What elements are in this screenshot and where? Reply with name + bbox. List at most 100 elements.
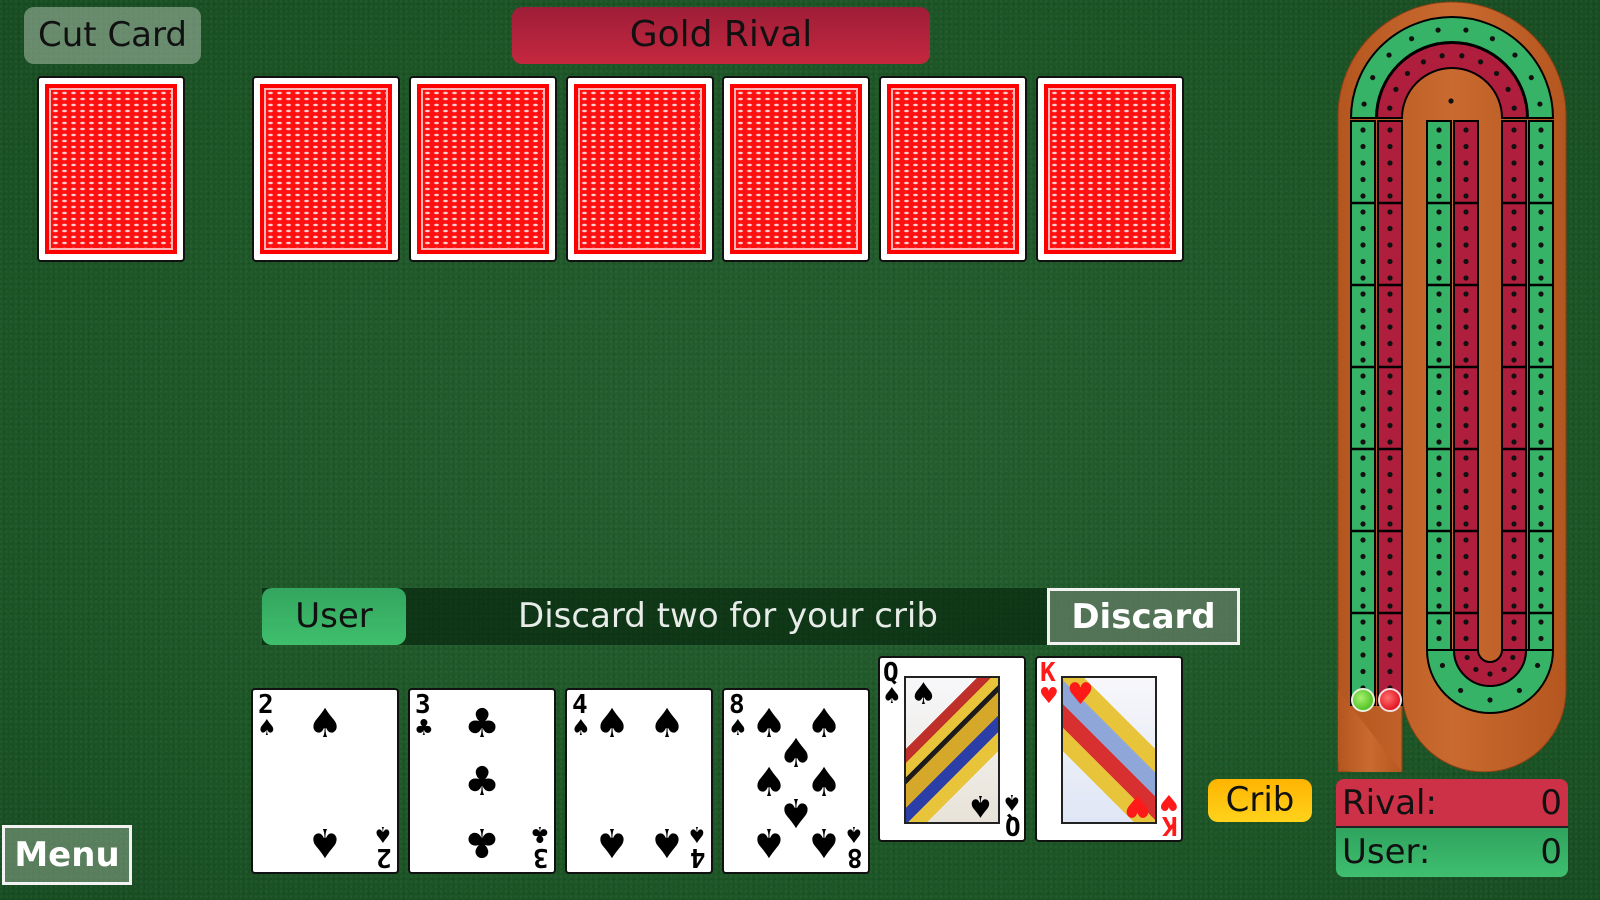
spade-icon: ♠: [751, 819, 787, 865]
peg-hole: [1360, 570, 1366, 576]
peg-hole: [1511, 406, 1517, 412]
peg-hole: [1436, 422, 1442, 429]
peg-hole: [1538, 439, 1544, 445]
peg-hole: [1463, 488, 1469, 494]
spade-icon: ♠: [373, 821, 393, 846]
peg-hole: [1360, 307, 1366, 314]
crib-indicator: Crib: [1208, 779, 1312, 822]
peg-hole: [1436, 324, 1442, 330]
peg-hole: [1538, 127, 1544, 133]
peg-hole: [1538, 603, 1544, 609]
peg-hole: [1436, 521, 1442, 527]
peg-hole: [1511, 291, 1517, 297]
peg-hole: [1387, 635, 1393, 642]
king-portrait-icon: ♥ ♥: [1061, 676, 1157, 824]
peg-hole: [1360, 406, 1366, 412]
peg-hole: [1360, 455, 1366, 461]
peg-hole: [1538, 389, 1544, 396]
peg-hole: [1360, 340, 1366, 347]
peg-hole: [1538, 373, 1544, 379]
peg-hole: [1360, 357, 1366, 363]
peg-hole: [1420, 59, 1426, 65]
peg-hole: [1387, 160, 1393, 166]
peg-hole: [1538, 553, 1544, 560]
peg-hole: [1360, 488, 1366, 494]
peg-hole: [1487, 697, 1493, 703]
peg-hole: [1511, 553, 1517, 560]
peg-hole: [1436, 258, 1442, 265]
peg-hole: [1387, 127, 1393, 133]
peg-hole: [1463, 160, 1469, 166]
peg-hole: [1387, 422, 1393, 429]
peg-hole: [1360, 176, 1366, 183]
peg-hole: [1360, 586, 1366, 593]
peg-hole: [1512, 52, 1518, 58]
peg-hole: [1436, 406, 1442, 412]
club-icon: ♣: [414, 716, 434, 741]
peg-hole: [1439, 53, 1445, 59]
opponent-name-banner: Gold Rival: [512, 7, 930, 64]
peg-hole: [1463, 570, 1469, 576]
peg-hole: [1360, 537, 1366, 543]
menu-button[interactable]: Menu: [2, 825, 132, 885]
hand-card-q-spades[interactable]: Q ♠ ♠ ♠ ♠ Q: [878, 656, 1026, 842]
peg-hole: [1463, 324, 1469, 330]
rival-card: [252, 76, 400, 262]
peg-hole: [1436, 553, 1442, 560]
peg-hole: [1360, 275, 1366, 281]
peg-hole: [1538, 291, 1544, 297]
peg-hole: [1538, 225, 1544, 232]
hand-card-8-spades[interactable]: 8 ♠ ♠ ♠ ♠ ♠ ♠ ♠ ♠ ♠ ♠ 8: [722, 688, 870, 874]
hand-card-2-spades[interactable]: 2 ♠ ♠ ♠ ♠ 2: [251, 688, 399, 874]
peg-hole: [1463, 504, 1469, 511]
peg-hole: [1511, 471, 1517, 478]
peg-hole: [1511, 176, 1517, 183]
peg-hole: [1463, 389, 1469, 396]
hand-card-4-spades[interactable]: 4 ♠ ♠ ♠ ♠ ♠ ♠ 4: [565, 688, 713, 874]
peg-hole: [1387, 357, 1393, 363]
card-rank: 4: [572, 690, 588, 720]
peg-hole: [1436, 160, 1442, 166]
peg-hole: [1538, 193, 1544, 199]
peg-hole: [1360, 242, 1366, 248]
peg-hole: [1538, 143, 1544, 150]
peg-hole: [1463, 521, 1469, 527]
card-rank: 4: [690, 842, 706, 872]
peg-hole: [1511, 389, 1517, 396]
peg-hole: [1436, 488, 1442, 494]
peg-hole: [1464, 654, 1470, 661]
peg-hole: [1436, 176, 1442, 183]
peg-hole: [1387, 143, 1393, 150]
discard-button[interactable]: Discard: [1047, 588, 1240, 645]
peg-hole: [1538, 209, 1544, 215]
peg-hole: [1537, 101, 1543, 107]
peg-hole: [1387, 603, 1393, 609]
peg-hole: [1360, 635, 1366, 642]
rival-card: [566, 76, 714, 262]
peg-hole: [1436, 373, 1442, 379]
peg-hole: [1511, 586, 1517, 593]
peg-hole: [1538, 160, 1544, 166]
peg-hole: [1360, 619, 1366, 625]
peg-hole: [1387, 619, 1393, 625]
spade-icon: ♠: [307, 819, 343, 865]
peg-hole: [1511, 570, 1517, 576]
card-rank: 8: [729, 690, 745, 720]
card-rank: 2: [376, 842, 392, 872]
peg-hole: [1463, 635, 1469, 642]
peg-hole: [1387, 291, 1393, 297]
peg-hole: [1463, 340, 1469, 347]
club-icon: ♣: [464, 759, 500, 805]
peg-hole: [1436, 635, 1442, 642]
board-track-lane: [1350, 120, 1376, 706]
hand-card-k-hearts[interactable]: K ♥ ♥ ♥ ♥ K: [1035, 656, 1183, 842]
rival-card: [1036, 76, 1184, 262]
hand-card-3-clubs[interactable]: 3 ♣ ♣ ♣ ♣ ♣ 3: [408, 688, 556, 874]
user-score-label: User:: [1342, 832, 1431, 872]
peg-hole: [1538, 422, 1544, 429]
peg-hole: [1436, 619, 1442, 625]
peg-hole: [1463, 471, 1469, 478]
peg-hole: [1387, 176, 1393, 183]
spade-icon: ♠: [307, 701, 343, 747]
peg-hole: [1493, 70, 1500, 77]
